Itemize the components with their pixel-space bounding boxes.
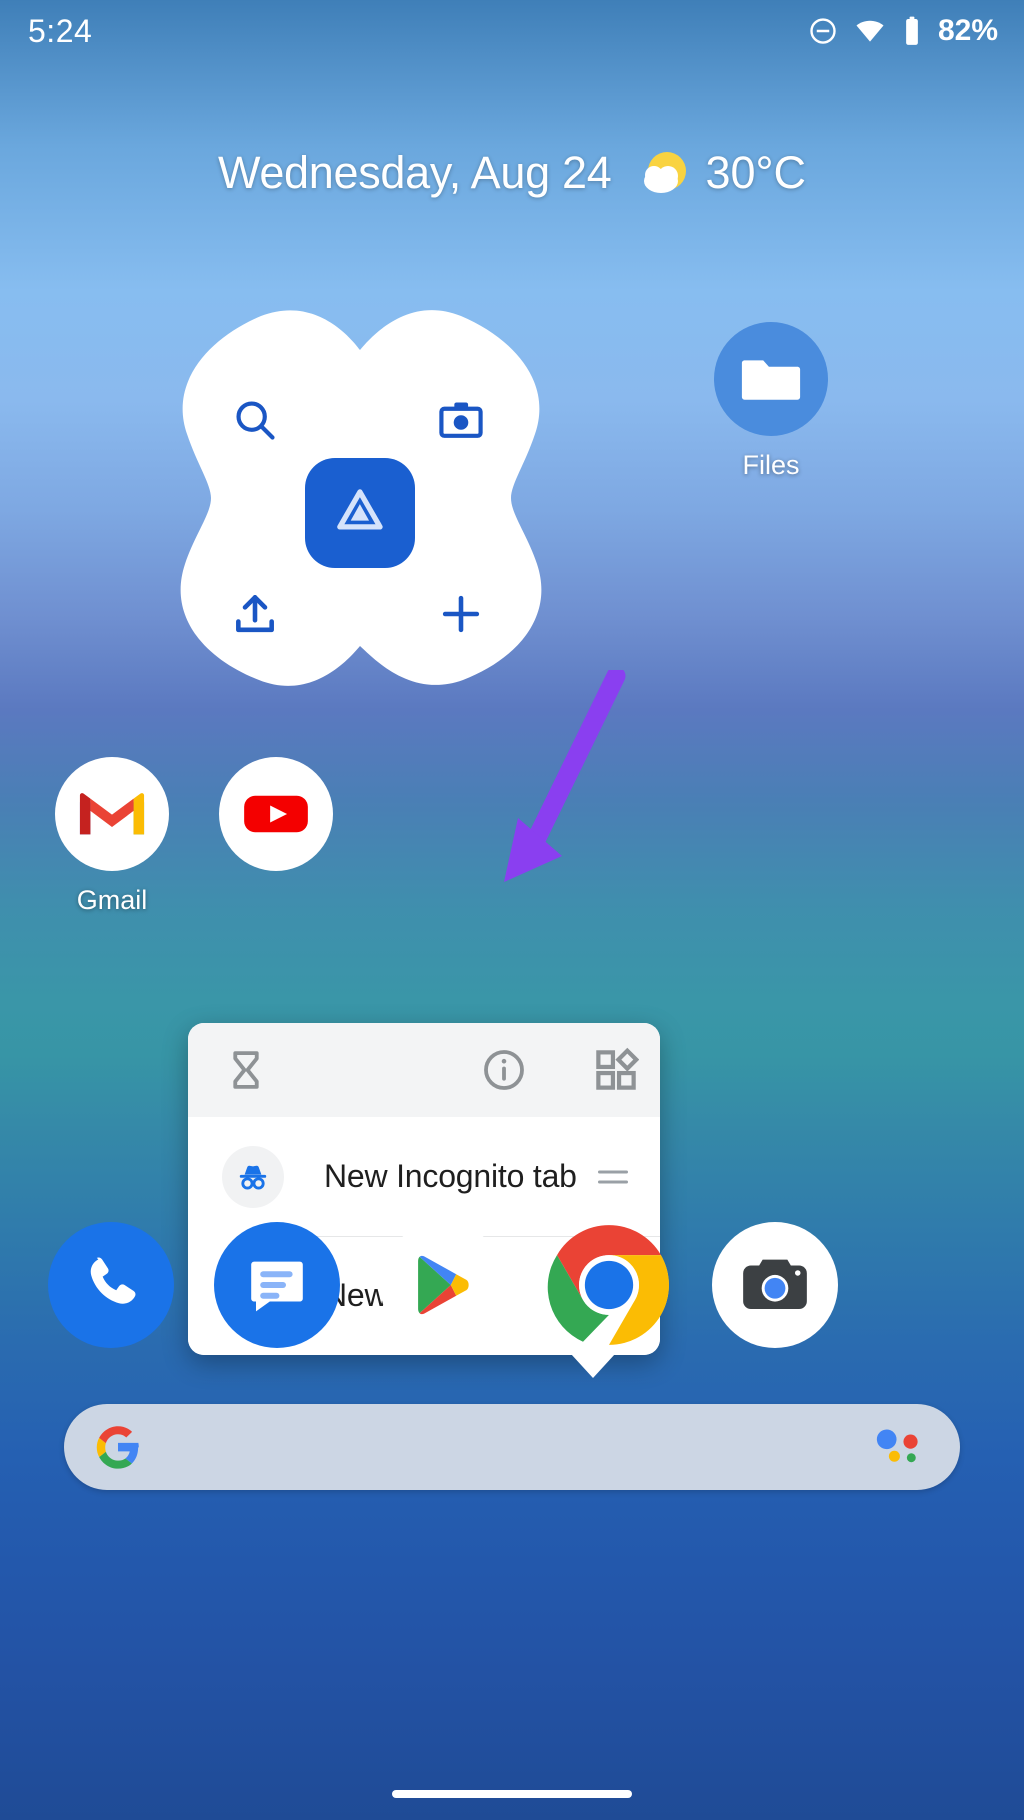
upload-icon [236,595,274,633]
battery-percent: 82% [937,14,998,47]
dock-app-chrome[interactable] [546,1222,672,1348]
popup-item-new-incognito-tab[interactable]: New Incognito tab [188,1117,660,1236]
date-weather-widget[interactable]: Wednesday, Aug 24 30°C [0,145,1024,201]
do-not-disturb-icon [810,18,836,44]
camera-icon [743,1259,807,1310]
app-label-files: Files [742,450,800,480]
temperature-text: 30°C [705,147,807,198]
drive-widget[interactable] [163,308,558,688]
widget-upload-button[interactable] [227,586,283,642]
widgets-button[interactable] [588,1042,644,1098]
search-icon [236,401,275,440]
drag-handle-icon[interactable] [598,1170,628,1183]
folder-icon [741,360,801,400]
app-icon-files[interactable]: Files [681,322,861,481]
wifi-icon [856,20,884,42]
dock [0,1222,1024,1348]
popup-header [188,1023,660,1117]
widgets-icon [596,1047,639,1090]
widget-new-button[interactable] [433,586,489,642]
status-bar: 5:24 82% [0,0,1024,62]
gmail-icon-circle [55,757,169,871]
google-search-bar[interactable] [64,1404,960,1490]
status-icon-group: 82% [808,14,998,48]
youtube-icon-circle [219,757,333,871]
partly-cloudy-icon [644,152,687,193]
play-store-icon [418,1255,469,1315]
incognito-icon [239,1165,267,1190]
widget-camera-button[interactable] [433,392,489,448]
app-info-icon [484,1050,524,1090]
dock-app-play-store[interactable] [380,1222,506,1348]
dock-app-camera[interactable] [712,1222,838,1348]
app-timer-button[interactable] [218,1042,274,1098]
assistant-icon[interactable] [872,1427,926,1467]
popup-item-label: New Incognito tab [324,1158,577,1194]
files-icon-circle [714,322,828,436]
popup-pointer-tail [571,1354,615,1378]
google-g-icon [96,1426,139,1469]
annotation-arrow [504,670,626,882]
app-info-button[interactable] [476,1042,532,1098]
gmail-icon [79,793,145,835]
hourglass-timer-icon [233,1051,259,1089]
incognito-badge [222,1145,284,1208]
home-screen: 5:24 82% Wednesday, Aug 24 30°C Files Gm… [0,0,1024,1820]
dock-app-phone[interactable] [48,1222,174,1348]
status-time: 5:24 [28,12,93,49]
chrome-icon [547,1225,669,1345]
dock-app-messages[interactable] [214,1222,340,1348]
widget-search-button[interactable] [227,392,283,448]
app-icon-gmail[interactable]: Gmail [22,757,202,916]
battery-icon [906,16,918,45]
messages-icon [251,1261,303,1312]
widget-drive-button[interactable] [305,458,415,568]
youtube-icon [244,795,308,833]
app-icon-youtube[interactable] [186,757,366,885]
weather-group: 30°C [637,145,806,201]
plus-icon [442,595,480,633]
phone-icon [90,1257,136,1304]
camera-icon [439,402,483,438]
drive-icon [337,489,383,530]
app-label-gmail: Gmail [76,885,148,915]
date-text: Wednesday, Aug 24 [217,147,612,198]
gesture-nav-pill[interactable] [392,1790,632,1798]
